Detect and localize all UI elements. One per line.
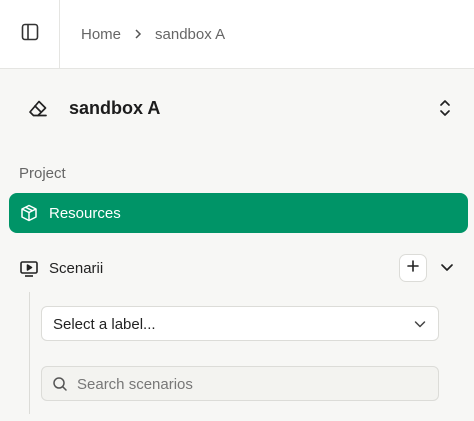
sidebar-toggle-button[interactable]	[0, 0, 60, 68]
breadcrumb-current: sandbox A	[155, 25, 226, 43]
scenario-search[interactable]	[41, 366, 439, 401]
box-icon	[19, 203, 39, 228]
breadcrumb: Home sandbox A	[81, 0, 225, 68]
sidebar-item-label: Scenarii	[49, 260, 104, 277]
search-icon	[52, 376, 68, 397]
plus-icon	[406, 259, 420, 278]
breadcrumb-home-link[interactable]: Home	[81, 26, 121, 43]
sidebar-toggle-icon	[20, 22, 40, 47]
chevron-right-icon	[133, 28, 143, 40]
label-select-value: Select a label...	[53, 316, 156, 333]
presentation-play-icon	[19, 259, 39, 284]
chevron-up-down-icon[interactable]	[438, 97, 452, 124]
sidebar-item-resources[interactable]: Resources	[9, 193, 468, 233]
sidebar-item-label: Resources	[49, 205, 121, 222]
chevron-down-icon[interactable]	[439, 259, 455, 280]
tree-guide-line	[29, 292, 30, 414]
label-select[interactable]: Select a label...	[41, 306, 439, 341]
workspace-name: sandbox A	[69, 98, 161, 118]
add-scenario-button[interactable]	[399, 254, 427, 282]
eraser-icon	[27, 98, 49, 125]
search-input[interactable]	[77, 374, 427, 394]
top-bar: Home sandbox A	[0, 0, 474, 69]
sidebar-item-scenarii[interactable]: Scenarii	[9, 249, 468, 289]
workspace-switcher[interactable]: sandbox A	[0, 70, 474, 150]
chevron-down-icon	[413, 317, 427, 336]
section-label-project: Project	[19, 165, 66, 182]
